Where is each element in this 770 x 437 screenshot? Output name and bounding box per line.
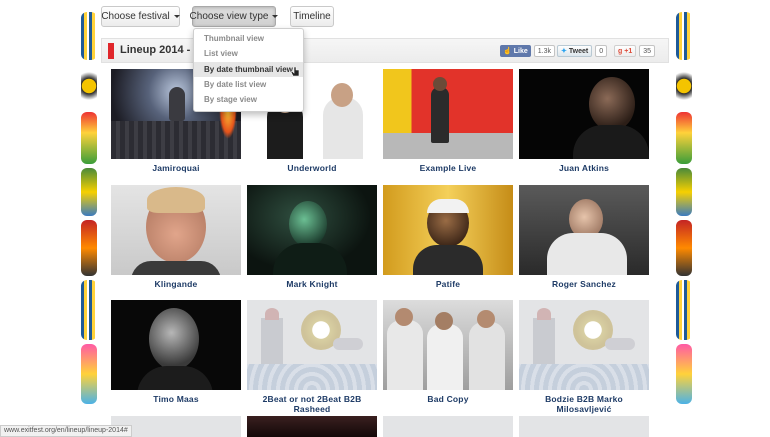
decor-surfboard: [676, 12, 692, 60]
artist-photo[interactable]: [383, 185, 513, 275]
artist-name[interactable]: 2Beat or not 2Beat B2B Rasheed: [247, 394, 377, 414]
decor-discoball: [81, 64, 97, 108]
artist-photo[interactable]: [519, 69, 649, 159]
artist-placeholder-image[interactable]: [383, 416, 513, 437]
artist-card[interactable]: 2Beat or not 2Beat B2B Rasheed: [247, 300, 377, 414]
tweet-label: Tweet: [568, 47, 589, 55]
artist-name[interactable]: Klingande: [111, 279, 241, 289]
lineup-header: Lineup 2014 - A ☝ Like 1.3k ✦ Tweet 0 g …: [101, 38, 669, 63]
artist-card[interactable]: Klingande: [111, 185, 241, 289]
twitter-bird-icon: ✦: [561, 48, 567, 55]
decor-surfboard: [81, 12, 97, 60]
decor-speaker: [676, 168, 692, 216]
artist-name[interactable]: Bad Copy: [383, 394, 513, 404]
mouse-pointer-icon: [290, 67, 300, 77]
artist-name[interactable]: Juan Atkins: [519, 163, 649, 173]
artist-card[interactable]: Roger Sanchez: [519, 185, 649, 289]
artist-card[interactable]: [383, 416, 513, 437]
artist-photo[interactable]: [383, 300, 513, 390]
decor-lamp: [676, 220, 692, 276]
artist-name[interactable]: Roger Sanchez: [519, 279, 649, 289]
artist-name[interactable]: Patife: [383, 279, 513, 289]
menu-item-by-date-thumbnail-view[interactable]: By date thumbnail view: [194, 61, 303, 77]
timeline-label: Timeline: [293, 11, 331, 22]
decor-totem: [81, 112, 97, 164]
artist-card[interactable]: [247, 416, 377, 437]
artist-photo[interactable]: [383, 69, 513, 159]
decor-discoball: [676, 64, 692, 108]
artist-photo[interactable]: [247, 416, 377, 437]
menu-item-thumbnail-view[interactable]: Thumbnail view: [194, 31, 303, 46]
page-title: Lineup 2014 - A: [120, 44, 201, 56]
artist-name[interactable]: Timo Maas: [111, 394, 241, 404]
gplus-icon: g: [618, 47, 623, 55]
artist-card[interactable]: Patife: [383, 185, 513, 289]
menu-item-by-stage-view[interactable]: By stage view: [194, 92, 303, 107]
artist-name[interactable]: Jamiroquai: [111, 163, 241, 173]
decor-surfboard: [81, 280, 97, 340]
gplus-widget[interactable]: g +1 35: [614, 44, 656, 58]
facebook-like-button[interactable]: ☝ Like: [500, 45, 531, 57]
artist-name[interactable]: Example Live: [383, 163, 513, 173]
artist-card[interactable]: Bodzie B2B Marko Milosavljević: [519, 300, 649, 414]
menu-item-list-view[interactable]: List view: [194, 46, 303, 61]
artist-placeholder-image[interactable]: [519, 416, 649, 437]
right-decorative-border: [675, 12, 693, 437]
lineup-panel: Lineup 2014 - A ☝ Like 1.3k ✦ Tweet 0 g …: [99, 35, 671, 437]
choose-festival-button[interactable]: Choose festival: [101, 6, 180, 27]
tweet-count: 0: [595, 45, 608, 57]
caret-down-icon: [173, 15, 180, 18]
decor-guitar: [676, 344, 692, 404]
gplus-count: 35: [639, 45, 656, 57]
thumbs-up-icon: ☝: [503, 48, 512, 55]
decor-lamp: [81, 220, 97, 276]
artist-card[interactable]: Mark Knight: [247, 185, 377, 289]
choose-view-type-button[interactable]: Choose view type: [189, 6, 279, 27]
artist-card[interactable]: Example Live: [383, 69, 513, 173]
choose-festival-label: Choose festival: [101, 11, 170, 22]
artist-card[interactable]: [519, 416, 649, 437]
view-type-menu: Thumbnail view List view By date thumbna…: [193, 28, 304, 112]
gplus-label: +1: [624, 47, 633, 55]
decor-surfboard: [676, 280, 692, 340]
artist-photo[interactable]: [247, 185, 377, 275]
twitter-tweet-widget[interactable]: ✦ Tweet 0: [557, 44, 608, 58]
artist-card[interactable]: Juan Atkins: [519, 69, 649, 173]
artist-photo[interactable]: [519, 185, 649, 275]
facebook-like-count: 1.3k: [533, 45, 555, 57]
artist-card[interactable]: Bad Copy: [383, 300, 513, 404]
browser-status-url: www.exitfest.org/en/lineup/lineup-2014#: [0, 425, 132, 437]
artist-card[interactable]: Timo Maas: [111, 300, 241, 404]
artist-placeholder-image[interactable]: [519, 300, 649, 390]
decor-speaker: [81, 168, 97, 216]
artist-photo[interactable]: [111, 300, 241, 390]
tweet-button[interactable]: ✦ Tweet: [557, 45, 593, 57]
caret-down-icon: [272, 15, 279, 18]
left-decorative-border: [80, 12, 98, 437]
artist-name[interactable]: Underworld: [247, 163, 377, 173]
decor-totem: [676, 112, 692, 164]
decor-guitar: [81, 344, 97, 404]
artist-name[interactable]: Mark Knight: [247, 279, 377, 289]
accent-bar: [108, 43, 114, 59]
artist-placeholder-image[interactable]: [247, 300, 377, 390]
artist-name[interactable]: Bodzie B2B Marko Milosavljević: [519, 394, 649, 414]
facebook-like-widget[interactable]: ☝ Like 1.3k: [500, 44, 555, 58]
timeline-button[interactable]: Timeline: [290, 6, 334, 27]
artist-photo[interactable]: [111, 185, 241, 275]
menu-item-by-date-list-view[interactable]: By date list view: [194, 77, 303, 92]
choose-view-type-label: Choose view type: [189, 11, 269, 22]
gplus-button[interactable]: g +1: [614, 45, 637, 57]
facebook-like-label: Like: [513, 47, 528, 55]
